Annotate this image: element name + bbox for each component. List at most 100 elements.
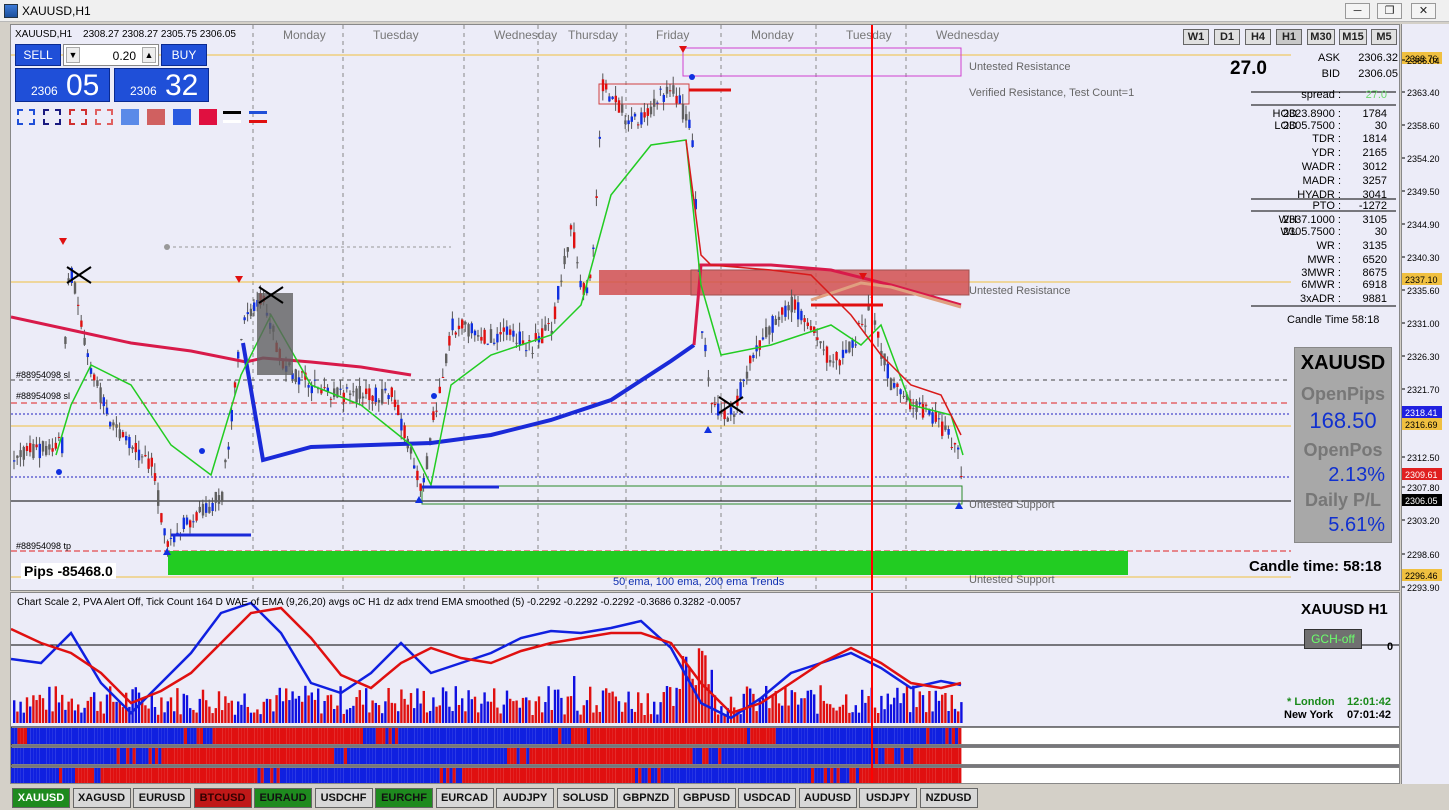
- trend-strip-cell: [500, 728, 504, 744]
- rect-outline-navy-icon[interactable]: [43, 109, 61, 125]
- close-icon[interactable]: ✕: [1411, 3, 1436, 19]
- symbol-tab-usdcad[interactable]: USDCAD: [738, 788, 796, 808]
- trend-strip-cell: [535, 768, 539, 783]
- symbol-tab-euraud[interactable]: EURAUD: [254, 788, 312, 808]
- trend-strip-cell: [20, 748, 24, 764]
- trend-strip-cell: [801, 768, 805, 783]
- price-chart[interactable]: Monday Tuesday Wednesday Thursday Friday Mond…: [10, 24, 1400, 591]
- trend-strip-cell: [795, 768, 799, 783]
- symbol-tab-xagusd[interactable]: XAGUSD: [72, 788, 131, 808]
- buy-button[interactable]: BUY: [161, 44, 207, 66]
- symbol-tab-audusd[interactable]: AUDUSD: [798, 788, 857, 808]
- trend-strip-cell: [366, 728, 370, 744]
- price-tick-label: 2298.60: [1407, 550, 1440, 560]
- trend-strip-cell: [887, 728, 891, 744]
- candle-body: [185, 517, 189, 525]
- rect-outline-lightred-icon[interactable]: [95, 109, 113, 125]
- trend-strip-cell: [651, 748, 655, 764]
- sell-button[interactable]: SELL: [15, 44, 61, 66]
- line-style-black-white-icon[interactable]: [223, 109, 241, 125]
- volume-bar: [13, 700, 16, 723]
- timeframe-M5[interactable]: M5: [1371, 29, 1397, 45]
- symbol-tab-xauusd[interactable]: XAUUSD: [12, 788, 70, 808]
- symbol-tab-eurchf[interactable]: EURCHF: [375, 788, 433, 808]
- candle-body: [224, 459, 227, 463]
- candle-body: [32, 443, 35, 459]
- timeframe-H1[interactable]: H1: [1276, 29, 1302, 45]
- symbol-tab-usdchf[interactable]: USDCHF: [314, 788, 373, 808]
- trend-strip-cell: [129, 768, 133, 783]
- trend-strip-cell: [321, 748, 325, 764]
- trend-strip-cell: [635, 768, 639, 783]
- volume-bar: [345, 709, 349, 723]
- market-info-key: 3MWR :: [1301, 267, 1341, 279]
- symbol-tab-eurcad[interactable]: EURCAD: [435, 788, 494, 808]
- trend-strip-cell: [660, 768, 664, 783]
- timeframe-W1[interactable]: W1: [1183, 29, 1209, 45]
- rect-fill-blue-icon[interactable]: [173, 109, 191, 125]
- restore-icon[interactable]: ❐: [1377, 3, 1402, 19]
- volume-bar: [579, 714, 582, 723]
- candle-body: [438, 386, 441, 394]
- trend-strip-cell: [443, 768, 447, 783]
- trend-strip-cell: [487, 728, 491, 744]
- symbol-tab-btcusd[interactable]: BTCUSD: [193, 788, 252, 808]
- trend-strip-cell: [708, 728, 712, 744]
- trend-strip-cell: [113, 748, 117, 764]
- rect-outline-blue-icon[interactable]: [17, 109, 35, 125]
- trend-strip-cell: [702, 768, 706, 783]
- symbol-tab-gbpusd[interactable]: GBPUSD: [677, 788, 736, 808]
- one-click-trading-panel: SELL ▼ 0.20 ▲ BUY 2306 05 2306 32: [13, 44, 209, 104]
- price-scale[interactable]: 2368.76 2366.04 2363.40 2358.60 2354.20 2349.…: [1401, 24, 1449, 784]
- buy-price-box[interactable]: 2306 32: [114, 68, 209, 102]
- symbol-tab-usdjpy[interactable]: USDJPY: [859, 788, 917, 808]
- volume-bar: [297, 695, 301, 723]
- volume-bar: [886, 693, 889, 723]
- trend-strip-cell: [923, 748, 927, 764]
- trend-strip-cell: [926, 728, 930, 744]
- lot-decrease-button[interactable]: ▼: [66, 47, 80, 63]
- gch-toggle-button[interactable]: GCH-off: [1304, 629, 1362, 649]
- symbol-tab-audjpy[interactable]: AUDJPY: [496, 788, 554, 808]
- candle-body: [333, 388, 336, 397]
- candle-body: [864, 325, 867, 327]
- lot-size-input[interactable]: ▼ 0.20 ▲: [63, 44, 159, 66]
- trend-strip-cell: [251, 748, 255, 764]
- rect-fill-lightblue-icon[interactable]: [121, 109, 139, 125]
- candle-body: [899, 389, 902, 395]
- symbol-tab-solusd[interactable]: SOLUSD: [556, 788, 615, 808]
- trend-strip-cell: [171, 728, 175, 744]
- trend-strip-cell: [94, 748, 98, 764]
- trend-strip-cell: [219, 728, 223, 744]
- rect-outline-red-icon[interactable]: [69, 109, 87, 125]
- symbol-tab-nzdusd[interactable]: NZDUSD: [919, 788, 978, 808]
- minimize-icon[interactable]: ─: [1345, 3, 1370, 19]
- trend-strip-cell: [564, 748, 568, 764]
- candle-body: [150, 457, 153, 467]
- rect-fill-rose-icon[interactable]: [147, 109, 165, 125]
- trend-strip-cell: [900, 748, 904, 764]
- market-info-value: 1814: [1362, 133, 1387, 145]
- trend-strip-cell: [916, 728, 920, 744]
- trend-strip-cell: [878, 748, 882, 764]
- trend-strip-cell: [836, 768, 840, 783]
- lot-increase-button[interactable]: ▲: [142, 47, 156, 63]
- candle-body: [208, 506, 211, 513]
- timeframe-M15[interactable]: M15: [1339, 29, 1367, 45]
- indicator-panel[interactable]: 0 Chart Scale 2, PVA Alert Off, Tick Cou…: [10, 592, 1400, 784]
- trend-strip-cell: [388, 728, 392, 744]
- indicator-canvas[interactable]: 0: [11, 593, 1400, 784]
- symbol-tab-gbpnzd[interactable]: GBPNZD: [617, 788, 675, 808]
- sell-price-box[interactable]: 2306 05: [15, 68, 110, 102]
- line-style-blue-red-icon[interactable]: [249, 109, 267, 125]
- timeframe-M30[interactable]: M30: [1307, 29, 1335, 45]
- symbol-tab-eurusd[interactable]: EURUSD: [133, 788, 191, 808]
- volume-bar: [208, 706, 211, 723]
- trend-strip-cell: [289, 768, 293, 783]
- trend-strip-cell: [244, 768, 248, 783]
- candle-body: [217, 495, 221, 504]
- timeframe-H4[interactable]: H4: [1245, 29, 1271, 45]
- rect-fill-crimson-icon[interactable]: [199, 109, 217, 125]
- price-scale-canvas[interactable]: 2368.762366.042363.402358.602354.202349.…: [1402, 24, 1449, 784]
- timeframe-D1[interactable]: D1: [1214, 29, 1240, 45]
